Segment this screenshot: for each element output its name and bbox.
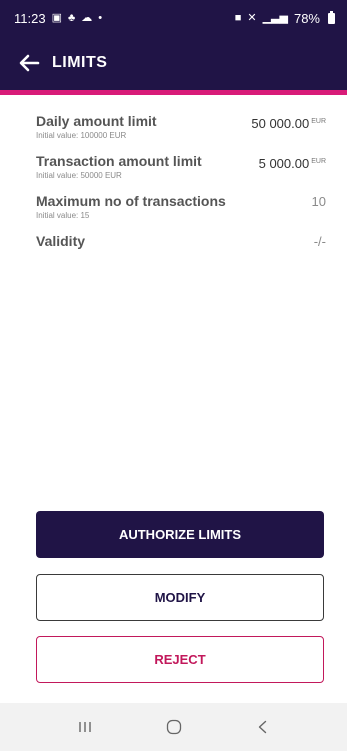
more-notifications-dot-icon: • [98, 11, 103, 24]
limit-initial-value: Initial value: 50000 EUR [36, 171, 122, 180]
limit-text: Transaction amount limit Initial value: … [36, 153, 202, 181]
limit-label: Validity [36, 233, 86, 249]
limit-label: Transaction amount limit [36, 153, 202, 169]
lock-icon: ■ [234, 11, 242, 24]
battery-percent: 78% [293, 10, 320, 26]
limits-list: Daily amount limit Initial value: 100000… [36, 113, 326, 262]
back-nav-icon[interactable] [251, 715, 275, 739]
app-bar: LIMITS [0, 36, 347, 90]
limit-label: Daily amount limit [36, 113, 157, 129]
status-bar: 11:23 ▣ ♣ ☁ • ■ ✕ ▁▃▅ 78% [0, 0, 347, 36]
limit-initial-value: Initial value: 100000 EUR [36, 131, 127, 140]
limit-label: Maximum no of transactions [36, 193, 226, 209]
authorize-limits-button[interactable]: AUTHORIZE LIMITS [36, 511, 324, 558]
battery-icon [328, 10, 335, 24]
home-icon[interactable] [162, 715, 186, 739]
limit-initial-value: Initial value: 15 [36, 211, 90, 220]
status-left: 11:23 ▣ ♣ ☁ • [14, 11, 102, 26]
limit-value: 50 000.00 EUR [251, 113, 326, 132]
page-title: LIMITS [52, 54, 108, 71]
status-time: 11:23 [14, 10, 46, 26]
signal-icon: ▁▃▅ [262, 11, 288, 24]
limit-row-validity: Validity -/- [36, 233, 326, 250]
limit-text: Maximum no of transactions Initial value… [36, 193, 226, 221]
limit-value: 10 [311, 194, 326, 209]
limit-row-max-transactions: Maximum no of transactions Initial value… [36, 193, 326, 221]
mute-icon: ✕ [247, 11, 257, 24]
limit-row-daily-amount: Daily amount limit Initial value: 100000… [36, 113, 326, 141]
system-nav-bar [0, 703, 347, 751]
limit-text: Daily amount limit Initial value: 100000… [36, 113, 157, 141]
limit-value: 5 000.00 EUR [259, 153, 326, 172]
limit-currency: EUR [311, 118, 326, 125]
back-arrow-icon[interactable] [18, 52, 40, 74]
limit-amount: 5 000.00 [258, 156, 310, 171]
header-accent-line [0, 90, 347, 95]
recent-apps-icon[interactable] [73, 715, 97, 739]
limit-value: -/- [313, 234, 326, 249]
modify-button[interactable]: MODIFY [36, 574, 324, 621]
reject-button[interactable]: REJECT [36, 636, 324, 683]
limit-amount: 50 000.00 [251, 116, 310, 131]
cloud-notification-icon: ☁ [81, 11, 93, 24]
status-right: ■ ✕ ▁▃▅ 78% [234, 10, 335, 26]
teams-notification-icon: ♣ [67, 11, 76, 24]
gallery-notification-icon: ▣ [51, 11, 62, 24]
limit-currency: EUR [311, 158, 326, 165]
limit-text: Validity [36, 233, 85, 250]
limit-row-transaction-amount: Transaction amount limit Initial value: … [36, 153, 326, 181]
